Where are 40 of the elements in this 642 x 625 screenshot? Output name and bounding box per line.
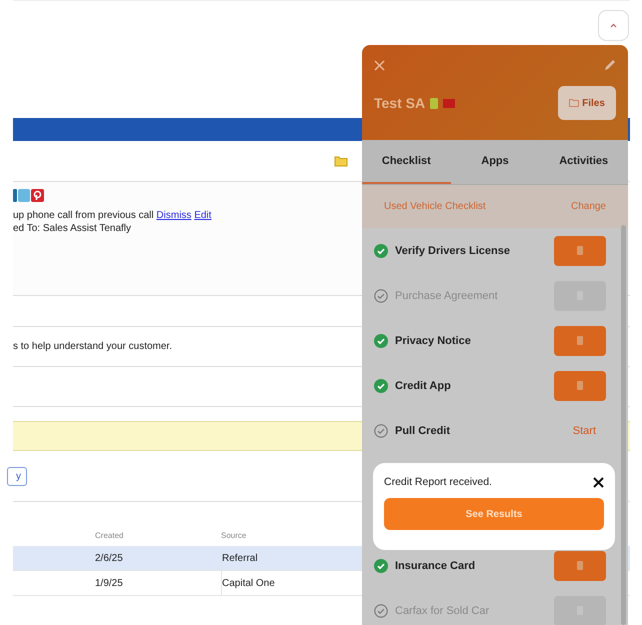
files-button[interactable]: Files: [558, 86, 616, 120]
item-action-button[interactable]: [554, 370, 606, 400]
checklist-name: Used Vehicle Checklist: [384, 201, 486, 212]
table-cell: Capital One: [222, 578, 275, 588]
item-action-button[interactable]: [554, 236, 606, 266]
scrollbar[interactable]: [621, 225, 626, 625]
checklist-item[interactable]: Pull Credit: [395, 424, 450, 436]
document-icon: [430, 98, 438, 108]
edit-link[interactable]: Edit: [194, 210, 212, 221]
table-cell: 2/6/25: [95, 546, 222, 570]
column-header[interactable]: Source: [221, 531, 246, 540]
item-action-button[interactable]: [554, 326, 606, 356]
tab[interactable]: Activities: [539, 140, 628, 184]
tab[interactable]: Apps: [450, 140, 540, 184]
dismiss-link[interactable]: Dismiss: [156, 210, 192, 221]
toast-message: Credit Report received.: [384, 476, 492, 488]
document-icon: [577, 561, 583, 570]
table-cell: 1/9/25: [95, 571, 222, 595]
checklist-item[interactable]: Verify Drivers License: [395, 244, 510, 256]
action-button[interactable]: y: [7, 466, 27, 486]
column-header[interactable]: Created: [95, 531, 221, 540]
pinterest-icon[interactable]: [31, 189, 44, 202]
pencil-icon[interactable]: [604, 59, 616, 71]
folder-icon[interactable]: [334, 155, 348, 167]
contact-name: Test SA: [374, 95, 426, 111]
item-action-button[interactable]: [554, 550, 606, 580]
document-icon: [577, 246, 583, 255]
scroll-up-button[interactable]: [598, 10, 629, 41]
checklist-item[interactable]: Credit App: [395, 380, 451, 392]
document-icon: [577, 381, 583, 390]
activity-note: up phone call from previous call: [13, 210, 154, 221]
folder-icon: [569, 99, 580, 107]
info-text: s to help understand your customer.: [13, 341, 172, 352]
table-cell: Referral: [222, 552, 258, 564]
close-icon[interactable]: [593, 476, 604, 488]
checklist-item[interactable]: Insurance Card: [395, 560, 476, 572]
assigned-text: ed To: Sales Assist Tenafly: [13, 223, 132, 234]
flag-icon: [443, 98, 456, 108]
checklist-item[interactable]: Privacy Notice: [395, 334, 471, 346]
document-icon: [577, 336, 583, 345]
